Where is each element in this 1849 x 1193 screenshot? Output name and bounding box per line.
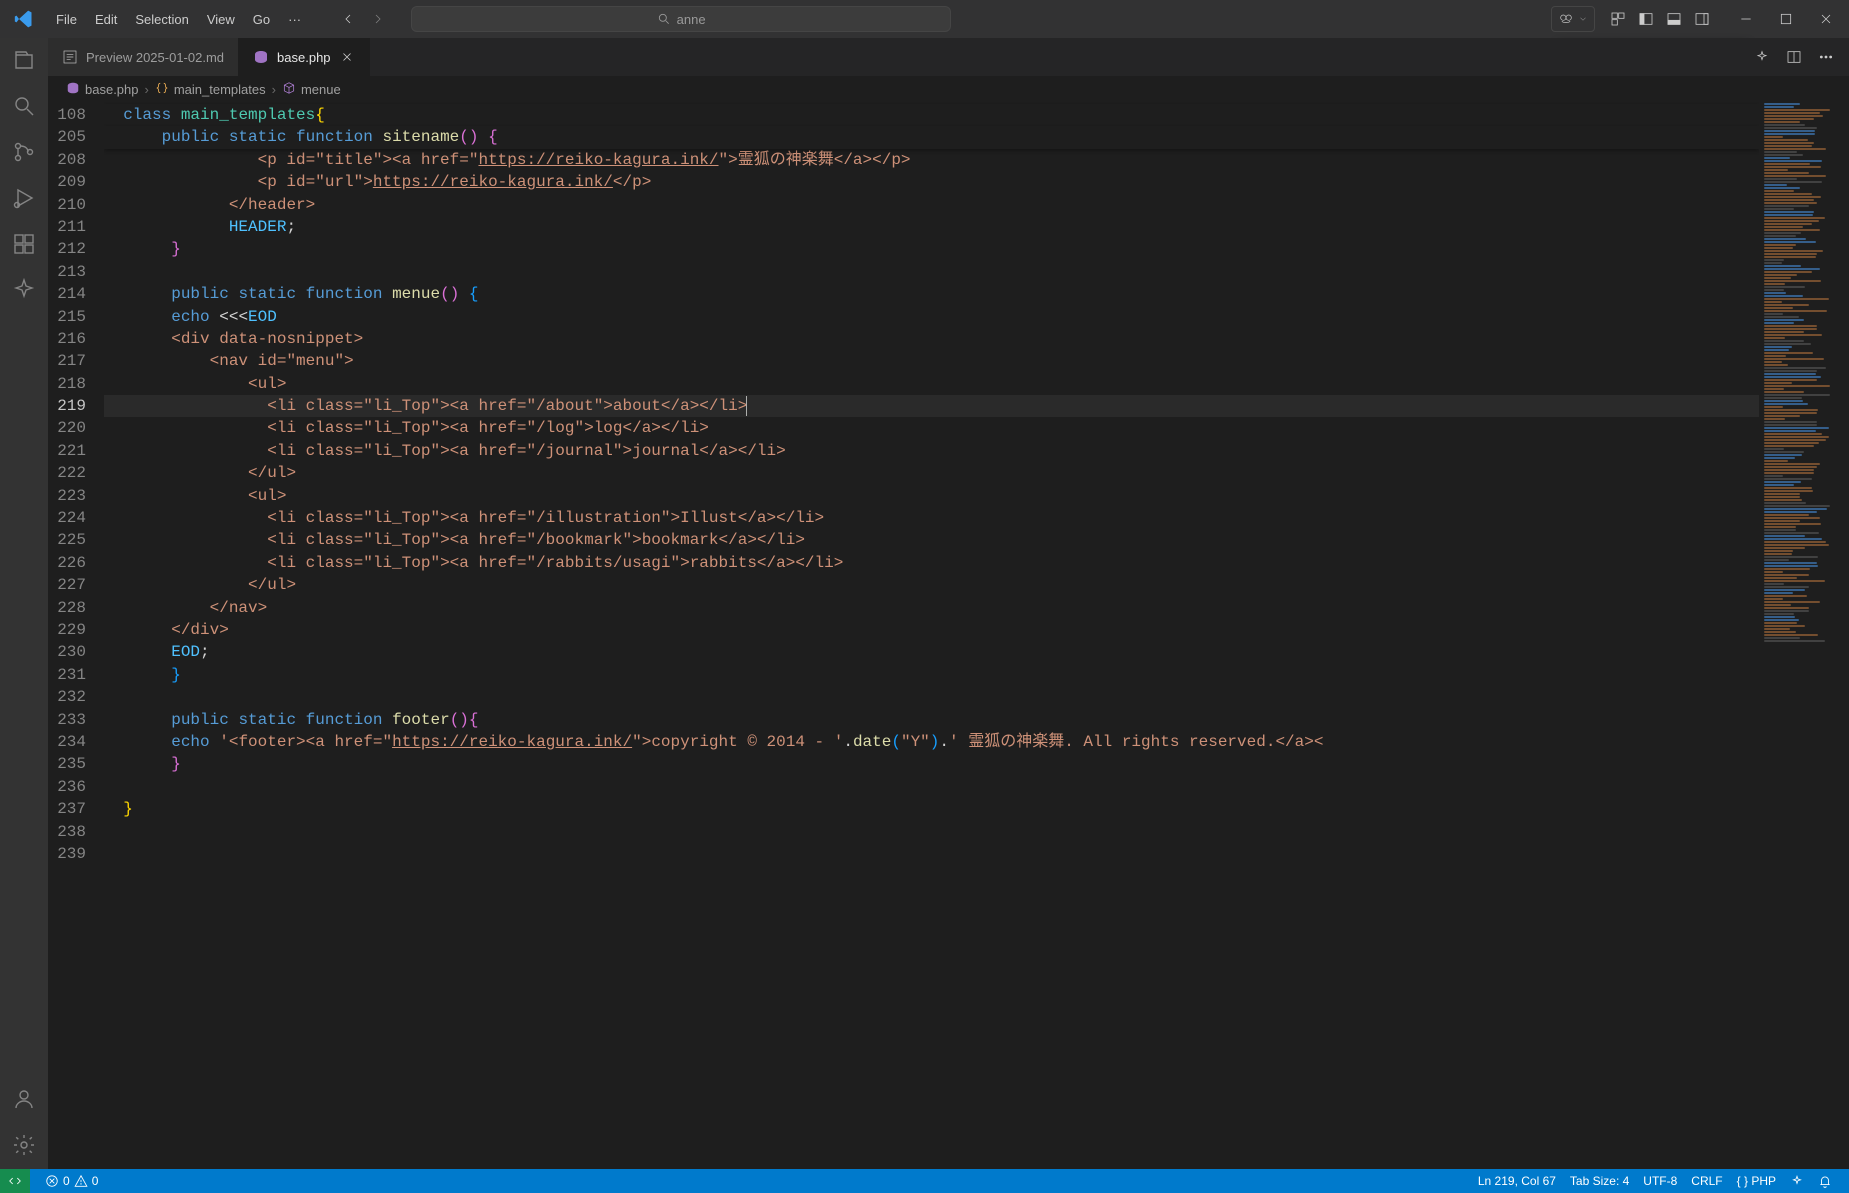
status-language[interactable]: { } PHP [1730,1174,1783,1188]
tab-label: base.php [277,50,331,65]
menu-more[interactable]: ··· [280,6,309,33]
code-content[interactable]: class main_templates{ public static func… [104,102,1759,1169]
status-indentation[interactable]: Tab Size: 4 [1563,1174,1636,1188]
chevron-right-icon: › [145,82,149,97]
window-minimize-icon[interactable] [1737,10,1755,28]
menu-view[interactable]: View [199,6,243,33]
remote-indicator[interactable] [0,1169,30,1193]
more-actions-icon[interactable] [1817,48,1835,66]
tab-preview-md[interactable]: Preview 2025-01-02.md [48,38,239,76]
crumb-class[interactable]: main_templates [155,81,266,98]
status-notifications-icon[interactable] [1811,1174,1839,1188]
menu-go[interactable]: Go [245,6,278,33]
php-file-icon [66,81,80,98]
symbol-class-icon [155,81,169,98]
sparkle-icon[interactable] [12,278,36,302]
customize-layout-icon[interactable] [1609,10,1627,28]
preview-icon [62,49,78,65]
copilot-sparkle-icon[interactable] [1753,48,1771,66]
editor-body[interactable]: 1082052082092102112122132142152162172182… [48,102,1849,1169]
search-placeholder: anne [677,12,706,27]
tab-base-php[interactable]: base.php [239,38,370,76]
title-bar: File Edit Selection View Go ··· anne Tog… [0,0,1849,38]
tab-label: Preview 2025-01-02.md [86,50,224,65]
status-problems[interactable]: 0 0 [38,1174,105,1188]
line-number-gutter: 1082052082092102112122132142152162172182… [48,102,104,1169]
accounts-icon[interactable] [12,1087,36,1111]
status-cursor-position[interactable]: Ln 219, Col 67 [1471,1174,1563,1188]
status-eol[interactable]: CRLF [1684,1174,1729,1188]
extensions-icon[interactable] [12,232,36,256]
nav-forward-icon[interactable] [369,10,387,28]
window-maximize-icon[interactable] [1777,10,1795,28]
settings-gear-icon[interactable] [12,1133,36,1157]
copilot-button[interactable] [1551,6,1595,32]
php-file-icon [253,49,269,65]
minimap[interactable] [1759,102,1849,1169]
toggle-panel-icon[interactable] [1665,10,1683,28]
symbol-method-icon [282,81,296,98]
tab-close-icon[interactable] [339,49,355,65]
window-close-icon[interactable] [1817,10,1835,28]
status-copilot-sparkle-icon[interactable] [1783,1174,1811,1188]
toggle-sidebar-icon[interactable] [1637,10,1655,28]
status-bar: 0 0 Ln 219, Col 67 Tab Size: 4 UTF-8 CRL… [0,1169,1849,1193]
chevron-right-icon: › [272,82,276,97]
crumb-method[interactable]: menue [282,81,341,98]
breadcrumbs[interactable]: base.php › main_templates › menue [48,76,1849,102]
menu-edit[interactable]: Edit [87,6,125,33]
explorer-icon[interactable] [12,48,36,72]
run-debug-icon[interactable] [12,186,36,210]
editor-tabs: Preview 2025-01-02.md base.php [48,38,1849,76]
command-center-search[interactable]: anne [411,6,951,32]
vscode-logo [0,9,48,29]
search-icon[interactable] [12,94,36,118]
status-encoding[interactable]: UTF-8 [1636,1174,1684,1188]
crumb-file[interactable]: base.php [66,81,139,98]
activity-bar [0,38,48,1169]
menu-file[interactable]: File [48,6,85,33]
source-control-icon[interactable] [12,140,36,164]
toggle-secondary-sidebar-icon[interactable] [1693,10,1711,28]
menu-bar: File Edit Selection View Go ··· [48,6,309,33]
split-editor-icon[interactable] [1785,48,1803,66]
menu-selection[interactable]: Selection [127,6,196,33]
nav-back-icon[interactable] [339,10,357,28]
